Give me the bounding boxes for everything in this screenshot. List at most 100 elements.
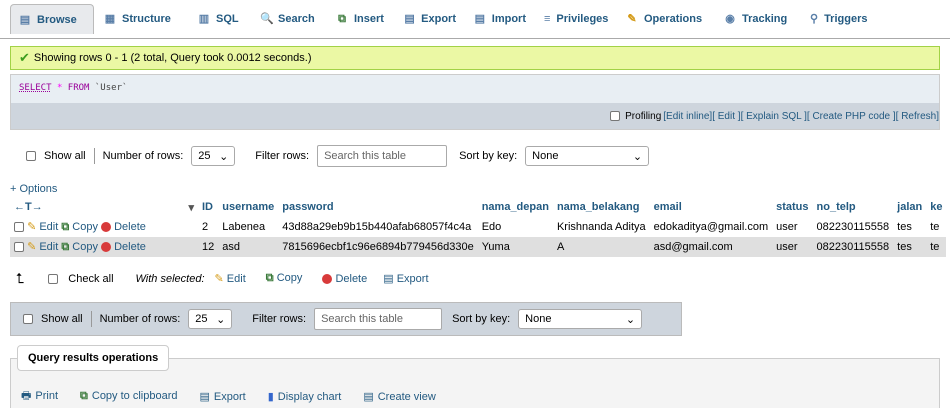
bulk-export-button[interactable]: ▤ Export: [383, 272, 428, 285]
print-link[interactable]: 🖶 Print: [21, 387, 58, 406]
number-of-rows-select[interactable]: 25 ⌄: [188, 309, 233, 329]
column-header-nama-depan[interactable]: nama_depan: [478, 197, 553, 217]
sql-action-bar: Profiling [Edit inline] [ Edit ] [ Expla…: [11, 103, 939, 129]
sort-by-key-select[interactable]: None ⌄: [518, 309, 643, 329]
bulk-delete-button[interactable]: Delete: [322, 273, 367, 285]
sql-icon: ▥: [198, 12, 210, 25]
column-header-no-telp[interactable]: no_telp: [813, 197, 894, 217]
delete-row-button[interactable]: Delete: [101, 221, 146, 233]
export-link[interactable]: ▤ Export: [199, 390, 245, 403]
chevron-down-icon: ⌄: [216, 313, 226, 326]
cell-no-telp[interactable]: 082230115558: [812, 217, 894, 237]
column-header-email[interactable]: email: [650, 197, 773, 217]
sql-query-text[interactable]: SELECT * FROM `User`: [19, 83, 127, 93]
column-header-ke[interactable]: ke: [926, 197, 946, 217]
pencil-icon: ✎: [27, 221, 37, 233]
show-all-checkbox[interactable]: [26, 151, 36, 161]
success-message: ✔ Showing rows 0 - 1 (2 total, Query too…: [10, 46, 940, 70]
column-resize-arrows-icon[interactable]: ←T→: [14, 201, 43, 213]
column-header-jalan[interactable]: jalan: [893, 197, 926, 217]
refresh-link[interactable]: [ Refresh]: [896, 111, 939, 122]
tab-triggers[interactable]: ⚲ Triggers: [802, 4, 874, 33]
copy-row-button[interactable]: ⧉ Copy: [61, 221, 98, 233]
filter-rows-input[interactable]: Search this table: [317, 145, 448, 167]
cell-nama-belakang[interactable]: Krishnanda Aditya: [552, 217, 650, 237]
structure-icon: ▦: [104, 12, 116, 25]
cell-ke[interactable]: te: [926, 217, 947, 237]
navigation-bar-top: Show all Number of rows: 25 ⌄ Filter rows…: [26, 139, 650, 173]
sort-arrow-icon[interactable]: ▾: [188, 201, 194, 214]
edit-inline-link[interactable]: [Edit inline]: [663, 111, 712, 122]
column-header-status[interactable]: status: [772, 197, 812, 217]
query-results-operations: Query results operations 🖶 Print ⧉ Copy to…: [10, 345, 940, 408]
import-icon: ▤: [474, 12, 486, 25]
cell-jalan[interactable]: tes: [893, 237, 927, 257]
sort-by-key-select[interactable]: None ⌄: [525, 146, 650, 166]
cell-password[interactable]: 43d88a29eb9b15b440afab68057f4c4a: [278, 217, 478, 237]
tab-import[interactable]: ▤ Import: [466, 4, 534, 33]
export-icon: ▤: [383, 273, 394, 285]
bulk-copy-button[interactable]: ⧉ Copy: [266, 272, 303, 285]
cell-status[interactable]: user: [772, 217, 813, 237]
cell-nama-depan[interactable]: Yuma: [477, 237, 553, 257]
show-all-checkbox[interactable]: [23, 314, 33, 324]
filter-rows-input[interactable]: Search this table: [314, 308, 443, 330]
edit-link[interactable]: [ Edit ]: [712, 111, 740, 122]
delete-icon: [322, 273, 333, 284]
cell-id[interactable]: 2: [198, 217, 219, 237]
tab-structure[interactable]: ▦ Structure: [96, 4, 188, 33]
chevron-down-icon: ⌄: [625, 313, 636, 326]
display-chart-link[interactable]: ▮ Display chart: [268, 390, 342, 403]
cell-username[interactable]: Labenea: [218, 217, 279, 237]
cell-status[interactable]: user: [772, 237, 813, 257]
cell-no-telp[interactable]: 082230115558: [812, 237, 894, 257]
cell-nama-belakang[interactable]: A: [552, 237, 650, 257]
cell-password[interactable]: 7815696ecbf1c96e6894b779456d330e: [278, 237, 478, 257]
check-all-checkbox[interactable]: [48, 273, 59, 284]
cell-nama-depan[interactable]: Edo: [477, 217, 553, 237]
cell-email[interactable]: edokaditya@gmail.com: [649, 217, 773, 237]
create-php-link[interactable]: [ Create PHP code ]: [807, 111, 896, 122]
column-header-password[interactable]: password: [278, 197, 477, 217]
tab-search[interactable]: 🔍 Search: [252, 4, 326, 33]
tab-operations[interactable]: ✎ Operations: [618, 4, 714, 33]
cell-id[interactable]: 12: [198, 237, 219, 257]
export-icon: ▤: [199, 391, 210, 403]
cell-jalan[interactable]: tes: [893, 217, 927, 237]
row-checkbox[interactable]: [14, 222, 24, 233]
options-link[interactable]: + Options: [10, 183, 57, 195]
privileges-icon: ≡: [544, 12, 551, 25]
column-header-nama-belakang[interactable]: nama_belakang: [553, 197, 650, 217]
delete-row-button[interactable]: Delete: [101, 241, 146, 253]
number-of-rows-select[interactable]: 25 ⌄: [191, 146, 236, 166]
edit-row-button[interactable]: ✎ Edit: [27, 241, 58, 253]
chevron-down-icon: ⌄: [219, 150, 229, 163]
column-header-username[interactable]: username: [218, 197, 278, 217]
bulk-edit-button[interactable]: ✎ Edit: [215, 272, 246, 285]
create-view-link[interactable]: ▤ Create view: [363, 390, 435, 403]
browse-icon: ▤: [19, 13, 31, 26]
cell-username[interactable]: asd: [218, 237, 279, 257]
edit-row-button[interactable]: ✎ Edit: [27, 221, 58, 233]
explain-sql-link[interactable]: [ Explain SQL ]: [741, 111, 807, 122]
copy-row-button[interactable]: ⧉ Copy: [61, 241, 98, 253]
copy-to-clipboard-link[interactable]: ⧉ Copy to clipboard: [80, 390, 177, 403]
tab-privileges[interactable]: ≡ Privileges: [536, 4, 616, 33]
row-checkbox[interactable]: [14, 242, 24, 253]
tab-insert[interactable]: ⧉ Insert: [328, 4, 394, 33]
tab-browse[interactable]: ▤ Browse: [10, 4, 94, 34]
copy-icon: ⧉: [80, 390, 88, 402]
tab-export[interactable]: ▤ Export: [396, 4, 464, 33]
tab-sql[interactable]: ▥ SQL: [190, 4, 250, 33]
column-header-id[interactable]: ID: [198, 197, 218, 217]
export-icon: ▤: [404, 12, 415, 25]
profiling-checkbox[interactable]: [610, 111, 621, 121]
cell-ke[interactable]: te: [926, 237, 947, 257]
delete-icon: [101, 242, 112, 253]
tab-tracking[interactable]: ◉ Tracking: [716, 4, 800, 33]
arrow-up-left-icon: ⮤: [16, 270, 25, 286]
sql-query-box: SELECT * FROM `User` Profiling [Edit inl…: [10, 74, 940, 130]
table-row: ✎ Edit ⧉ Copy Delete 2 Labenea 43d88a29e…: [10, 217, 947, 237]
create-view-icon: ▤: [363, 391, 374, 403]
cell-email[interactable]: asd@gmail.com: [649, 237, 773, 257]
